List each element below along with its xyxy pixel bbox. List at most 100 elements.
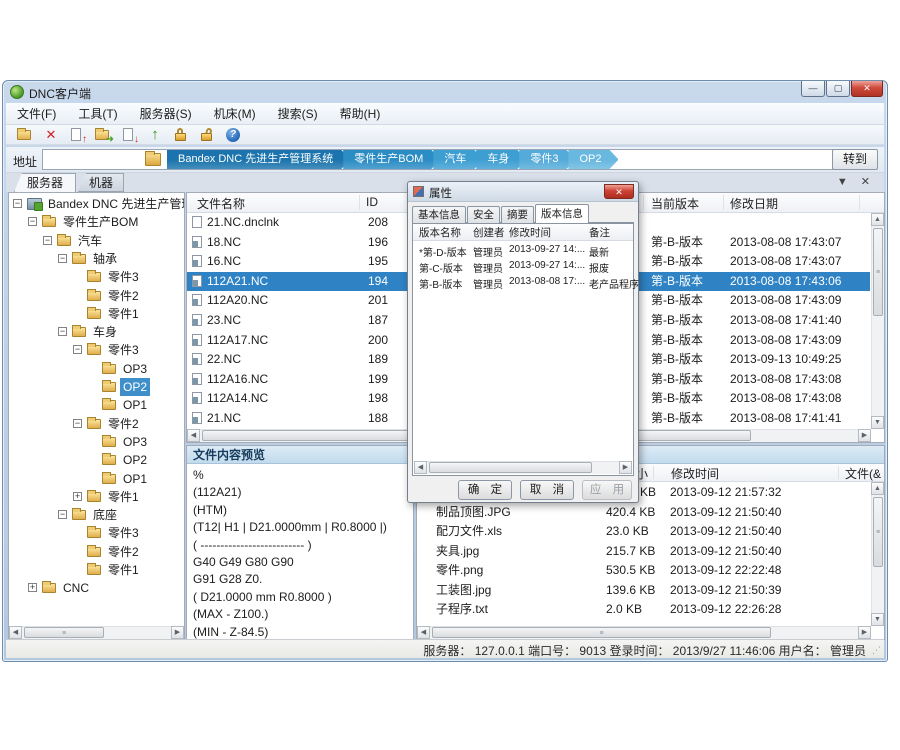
attachment-row[interactable]: 制品顶图.JPG420.4 KB2013-09-12 21:50:40	[417, 503, 870, 522]
collapse-icon[interactable]: −	[58, 327, 67, 336]
scroll-up-icon[interactable]: ▲	[871, 482, 884, 495]
version-row[interactable]: *第-D-版本管理员2013-09-27 14:...最新	[413, 243, 633, 259]
ok-button[interactable]: 确 定	[458, 480, 512, 500]
menu-item-文件(F)[interactable]: 文件(F)	[6, 103, 67, 125]
go-button[interactable]: 转到	[832, 149, 878, 170]
tree-item-车身[interactable]: −车身	[9, 323, 184, 341]
scroll-left-icon[interactable]: ◀	[417, 626, 430, 639]
address-field[interactable]: Bandex DNC 先进生产管理系统零件生产BOM汽车车身零件3OP2	[42, 149, 834, 170]
scroll-right-icon[interactable]: ▶	[171, 626, 184, 639]
scroll-right-icon[interactable]: ▶	[619, 461, 632, 474]
breadcrumb-segment[interactable]: 零件生产BOM	[343, 150, 440, 169]
panel-close-icon[interactable]: ✕	[861, 176, 870, 188]
scroll-right-icon[interactable]: ▶	[858, 626, 871, 639]
dialog-tab-基本信息[interactable]: 基本信息	[412, 206, 466, 223]
version-row[interactable]: 第-B-版本管理员2013-08-08 17:...老产品程序	[413, 275, 633, 291]
col-file-name[interactable]: 文件名称	[197, 195, 245, 212]
collapse-icon[interactable]: −	[43, 236, 52, 245]
tree-item-零件2[interactable]: −零件2	[9, 415, 184, 433]
version-col-创建者[interactable]: 创建者	[473, 225, 505, 240]
tab-服务器[interactable]: 服务器	[14, 173, 76, 192]
expand-icon[interactable]: +	[28, 583, 37, 592]
version-col-修改时间[interactable]: 修改时间	[509, 225, 551, 240]
breadcrumb-segment[interactable]: 零件3	[519, 150, 575, 169]
breadcrumb-segment[interactable]: 车身	[476, 150, 526, 169]
resize-grip[interactable]: ⋰	[872, 645, 881, 656]
menu-item-工具(T)[interactable]: 工具(T)	[67, 103, 128, 125]
dialog-title-bar[interactable]: 属性 ✕	[408, 182, 638, 202]
tree-item-OP1[interactable]: OP1	[9, 470, 184, 488]
panel-collapse-icon[interactable]: ▼	[837, 176, 848, 188]
attachment-row[interactable]: 配刀文件.xls23.0 KB2013-09-12 21:50:40	[417, 522, 870, 541]
tree-item-OP3[interactable]: OP3	[9, 360, 184, 378]
expand-icon[interactable]: +	[73, 492, 82, 501]
menu-item-服务器(S)[interactable]: 服务器(S)	[129, 103, 203, 125]
tree-item-汽车[interactable]: −汽车	[9, 232, 184, 250]
collapse-icon[interactable]: −	[73, 419, 82, 428]
scroll-down-icon[interactable]: ▼	[871, 613, 884, 626]
title-bar[interactable]: DNC客户端 — ▢ ✕	[3, 81, 887, 103]
attachment-row[interactable]: 工装图.jpg139.6 KB2013-09-12 21:50:39	[417, 581, 870, 600]
tree-item-零件1[interactable]: 零件1	[9, 561, 184, 579]
attachments-hscroll[interactable]: ◀ ≡ ▶	[417, 626, 871, 639]
col-id[interactable]: ID	[366, 195, 378, 209]
scroll-thumb[interactable]: ≡	[873, 228, 883, 316]
scroll-left-icon[interactable]: ◀	[9, 626, 22, 639]
cancel-button[interactable]: 取 消	[520, 480, 574, 500]
tree-hscroll[interactable]: ◀≡ ▶	[9, 626, 184, 639]
tree-item-零件1[interactable]: 零件1	[9, 305, 184, 323]
attachment-row[interactable]: 零件.png530.5 KB2013-09-12 22:22:48	[417, 561, 870, 580]
tree-item-OP1[interactable]: OP1	[9, 396, 184, 414]
import-folder-icon[interactable]: ➜	[94, 127, 112, 143]
scroll-down-icon[interactable]: ▼	[871, 416, 884, 429]
scroll-up-icon[interactable]: ▲	[871, 213, 884, 226]
col-current-version[interactable]: 当前版本	[651, 195, 699, 212]
tree-item-零件2[interactable]: 零件2	[9, 287, 184, 305]
tree-item-零件1[interactable]: +零件1	[9, 488, 184, 506]
tree-item-零件3[interactable]: 零件3	[9, 524, 184, 542]
collapse-icon[interactable]: −	[13, 199, 22, 208]
version-row[interactable]: 第-C-版本管理员2013-09-27 14:...报废	[413, 259, 633, 275]
tree-item-CNC[interactable]: +CNC	[9, 579, 184, 597]
send-to-machine-icon[interactable]: ↑	[146, 127, 164, 143]
version-col-备注[interactable]: 备注	[589, 225, 610, 240]
tree-item-Bandex DNC 先进生产管理系统[interactable]: −Bandex DNC 先进生产管理系统	[9, 195, 184, 213]
breadcrumb-segment[interactable]: Bandex DNC 先进生产管理系统	[167, 150, 350, 169]
maximize-button[interactable]: ▢	[826, 81, 850, 97]
breadcrumb-segment[interactable]: OP2	[568, 150, 618, 169]
scroll-thumb[interactable]: ≡	[873, 497, 883, 567]
tree-item-OP2[interactable]: OP2	[9, 378, 184, 396]
dialog-tab-摘要[interactable]: 摘要	[501, 206, 534, 223]
new-folder-icon[interactable]	[16, 127, 34, 143]
help-icon[interactable]: ?	[224, 127, 242, 143]
upload-file-icon[interactable]: ↑	[68, 127, 86, 143]
download-file-icon[interactable]: ↓	[120, 127, 138, 143]
attachment-row[interactable]: 子程序.txt2.0 KB2013-09-12 22:26:28	[417, 600, 870, 619]
tree-item-OP2[interactable]: OP2	[9, 451, 184, 469]
scroll-thumb[interactable]: ≡	[24, 627, 104, 638]
collapse-icon[interactable]: −	[58, 510, 67, 519]
menu-item-帮助(H)[interactable]: 帮助(H)	[329, 103, 392, 125]
dialog-close-button[interactable]: ✕	[604, 184, 634, 199]
attachment-row[interactable]: 夹具.jpg215.7 KB2013-09-12 21:50:40	[417, 542, 870, 561]
collapse-icon[interactable]: −	[58, 254, 67, 263]
menu-item-机床(M)[interactable]: 机床(M)	[203, 103, 267, 125]
scroll-left-icon[interactable]: ◀	[414, 461, 427, 474]
scroll-thumb[interactable]: ≡	[432, 627, 771, 638]
unlock-icon[interactable]	[198, 127, 216, 143]
tab-机器[interactable]: 机器	[78, 173, 124, 192]
tree-item-零件2[interactable]: 零件2	[9, 543, 184, 561]
scroll-right-icon[interactable]: ▶	[858, 429, 871, 442]
tree-item-轴承[interactable]: −轴承	[9, 250, 184, 268]
scroll-thumb[interactable]	[429, 462, 592, 473]
delete-icon[interactable]: ✕	[42, 127, 60, 143]
collapse-icon[interactable]: −	[73, 345, 82, 354]
tree-item-零件3[interactable]: 零件3	[9, 268, 184, 286]
tree-item-零件3[interactable]: −零件3	[9, 341, 184, 359]
col-file[interactable]: 文件(&	[845, 465, 881, 482]
file-list-vscroll[interactable]: ▲ ≡ ▼	[871, 213, 884, 429]
dialog-tab-版本信息[interactable]: 版本信息	[535, 204, 589, 223]
dialog-tab-安全[interactable]: 安全	[467, 206, 500, 223]
minimize-button[interactable]: —	[801, 81, 825, 97]
tree-item-零件生产BOM[interactable]: −零件生产BOM	[9, 213, 184, 231]
